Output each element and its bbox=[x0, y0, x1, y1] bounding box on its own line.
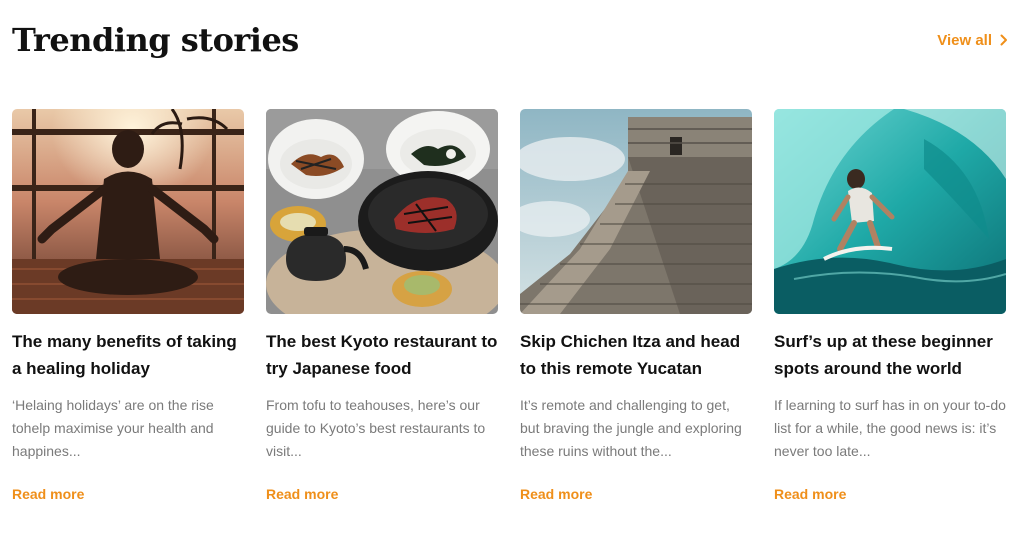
story-description: From tofu to teahouses, here’s our guide… bbox=[266, 397, 486, 459]
section-title: Trending stories bbox=[12, 21, 299, 59]
story-title[interactable]: Skip Chichen Itza and head to this remot… bbox=[520, 328, 752, 382]
view-all-link[interactable]: View all bbox=[937, 32, 1008, 49]
story-title[interactable]: The many benefits of taking a healing ho… bbox=[12, 328, 244, 382]
read-more-link[interactable]: Read more bbox=[520, 486, 592, 502]
story-image-meditation[interactable] bbox=[12, 109, 244, 314]
story-card: The many benefits of taking a healing ho… bbox=[12, 109, 244, 504]
stories-grid: The many benefits of taking a healing ho… bbox=[12, 109, 1008, 504]
story-title[interactable]: The best Kyoto restaurant to try Japanes… bbox=[266, 328, 498, 382]
read-more-link[interactable]: Read more bbox=[12, 486, 84, 502]
story-description: It’s remote and challenging to get, but … bbox=[520, 397, 742, 459]
story-card: Surf’s up at these beginner spots around… bbox=[774, 109, 1006, 504]
story-title[interactable]: Surf’s up at these beginner spots around… bbox=[774, 328, 1006, 382]
story-card: The best Kyoto restaurant to try Japanes… bbox=[266, 109, 498, 504]
story-image-surfer[interactable] bbox=[774, 109, 1006, 314]
chevron-right-icon bbox=[1000, 34, 1008, 46]
view-all-label: View all bbox=[937, 31, 992, 49]
story-image-japanese-food[interactable] bbox=[266, 109, 498, 314]
story-description: If learning to surf has in on your to-do… bbox=[774, 397, 1006, 459]
story-card: Skip Chichen Itza and head to this remot… bbox=[520, 109, 752, 504]
story-description: ‘Helaing holidays’ are on the rise tohel… bbox=[12, 397, 214, 459]
read-more-link[interactable]: Read more bbox=[266, 486, 338, 502]
section-header: Trending stories View all bbox=[12, 18, 1008, 62]
story-image-mayan-pyramid[interactable] bbox=[520, 109, 752, 314]
read-more-link[interactable]: Read more bbox=[774, 486, 846, 502]
